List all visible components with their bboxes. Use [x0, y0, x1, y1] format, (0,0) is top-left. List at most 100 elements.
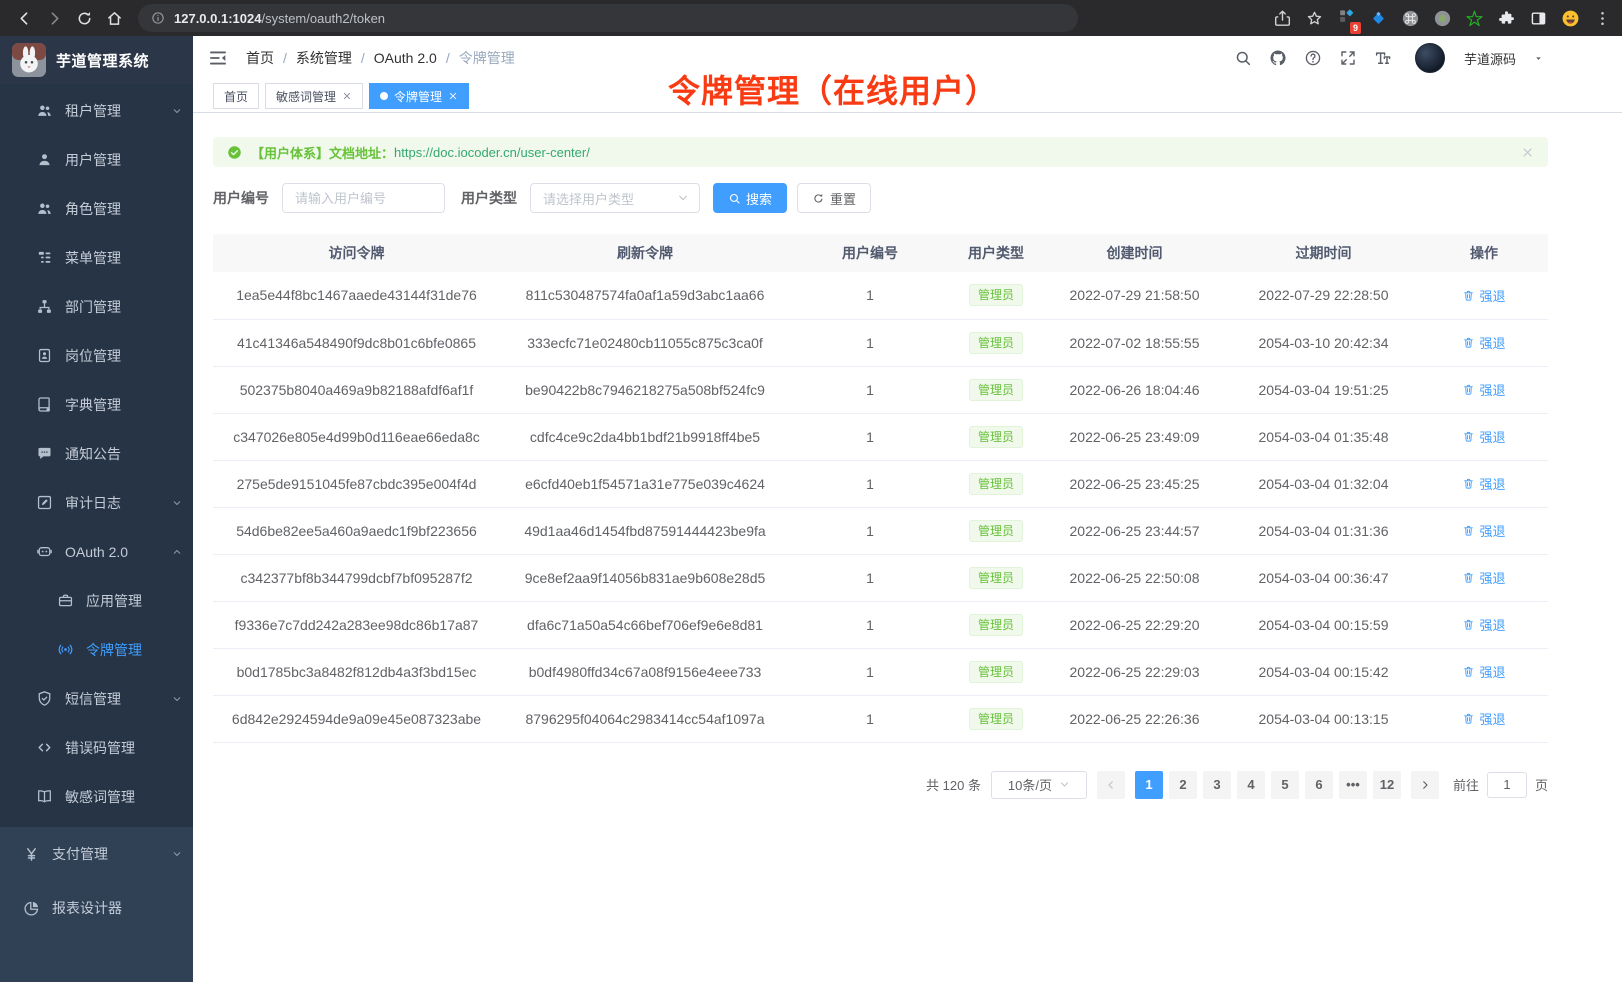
user-type-tag: 管理员 — [969, 426, 1023, 448]
cell-refresh-token: be90422b8c7946218275a508bf524fc9 — [500, 366, 790, 413]
force-logout-button[interactable]: 强退 — [1462, 380, 1505, 399]
force-logout-button[interactable]: 强退 — [1462, 709, 1505, 728]
force-logout-label: 强退 — [1479, 615, 1505, 634]
table-row: f9336e7c7dd242a283ee98dc86b17a87dfa6c71a… — [213, 601, 1548, 648]
info-icon[interactable] — [151, 11, 165, 25]
extension-command-icon[interactable] — [1401, 9, 1420, 28]
sidebar-item-pay[interactable]: 支付管理 — [0, 827, 193, 881]
tab-token[interactable]: 令牌管理 — [369, 83, 469, 109]
topbar-right: 芋道源码 — [1234, 43, 1544, 73]
cell-created-time: 2022-06-25 23:49:09 — [1042, 413, 1227, 460]
sidebar-item-audit-log[interactable]: 审计日志 — [0, 478, 193, 527]
search-icon[interactable] — [1234, 49, 1252, 67]
browser-reload-button[interactable] — [70, 4, 98, 32]
force-logout-button[interactable]: 强退 — [1462, 568, 1505, 587]
sidebar-item-oauth2-app[interactable]: 应用管理 — [0, 576, 193, 625]
browser-back-button[interactable] — [10, 4, 38, 32]
goto-label: 前往 — [1453, 775, 1479, 794]
table-row: 54d6be82ee5a460a9aedc1f9bf22365649d1aa46… — [213, 507, 1548, 554]
cell-user-id: 1 — [790, 460, 950, 507]
page-number-button[interactable]: 3 — [1203, 771, 1231, 799]
force-logout-button[interactable]: 强退 — [1462, 286, 1505, 305]
extension-diamond-icon[interactable] — [1369, 9, 1388, 28]
user-avatar[interactable] — [1415, 43, 1445, 73]
username[interactable]: 芋道源码 — [1464, 49, 1516, 68]
force-logout-button[interactable]: 强退 — [1462, 521, 1505, 540]
breadcrumb-item[interactable]: 首页 — [246, 48, 274, 68]
page-ellipsis-button[interactable]: ••• — [1339, 771, 1367, 799]
sidebar-item-post[interactable]: 岗位管理 — [0, 331, 193, 380]
force-logout-button[interactable]: 强退 — [1462, 427, 1505, 446]
page-number-button[interactable]: 12 — [1373, 771, 1401, 799]
chevron-down-icon — [171, 693, 183, 705]
browser-forward-button[interactable] — [40, 4, 68, 32]
trash-icon — [1462, 524, 1475, 537]
app-logo[interactable]: 芋道管理系统 — [0, 36, 193, 84]
sidebar-item-report[interactable]: 报表设计器 — [0, 881, 193, 935]
search-button[interactable]: 搜索 — [713, 183, 787, 213]
page-number-button[interactable]: 6 — [1305, 771, 1333, 799]
sidebar-item-notice[interactable]: 通知公告 — [0, 429, 193, 478]
extension-grid[interactable]: 9 — [1337, 6, 1356, 30]
help-icon[interactable] — [1304, 49, 1322, 67]
sidebar-item-user[interactable]: 用户管理 — [0, 135, 193, 184]
cell-created-time: 2022-06-25 22:50:08 — [1042, 554, 1227, 601]
address-bar[interactable]: 127.0.0.1:1024/system/oauth2/token — [138, 4, 1078, 32]
alert-close-icon[interactable] — [1521, 146, 1534, 159]
chevron-down-icon — [171, 497, 183, 509]
sidebar-item-menu[interactable]: 菜单管理 — [0, 233, 193, 282]
next-page-button[interactable] — [1411, 771, 1439, 799]
github-icon[interactable] — [1269, 49, 1287, 67]
font-size-icon[interactable] — [1374, 49, 1392, 67]
fullscreen-icon[interactable] — [1339, 49, 1357, 67]
page-number-button[interactable]: 1 — [1135, 771, 1163, 799]
sidebar-item-sms[interactable]: 短信管理 — [0, 674, 193, 723]
user-type-select[interactable]: 请选择用户类型 — [530, 183, 700, 213]
page-number-button[interactable]: 4 — [1237, 771, 1265, 799]
tab-home[interactable]: 首页 — [213, 83, 259, 109]
sidebar-item-tenant[interactable]: 租户管理 — [0, 86, 193, 135]
chevron-left-icon — [1105, 779, 1117, 791]
table-row: 6d842e2924594de9a09e45e087323abe8796295f… — [213, 695, 1548, 742]
tab-sensitive-word[interactable]: 敏感词管理 — [265, 83, 363, 109]
sidebar-item-role[interactable]: 角色管理 — [0, 184, 193, 233]
sidebar-item-dict[interactable]: 字典管理 — [0, 380, 193, 429]
sidebar-item-oauth2[interactable]: OAuth 2.0 — [0, 527, 193, 576]
cell-actions: 强退 — [1420, 601, 1548, 648]
browser-menu-kebab-icon[interactable] — [1593, 9, 1612, 28]
force-logout-button[interactable]: 强退 — [1462, 333, 1505, 352]
extension-star-icon[interactable] — [1465, 9, 1484, 28]
page-size-select[interactable]: 10条/页 — [991, 771, 1087, 799]
user-id-input[interactable] — [282, 183, 445, 213]
sidebar-item-error-code[interactable]: 错误码管理 — [0, 723, 193, 772]
breadcrumb-item[interactable]: 系统管理 — [296, 48, 352, 68]
tab-label: 首页 — [224, 88, 248, 105]
force-logout-button[interactable]: 强退 — [1462, 615, 1505, 634]
force-logout-button[interactable]: 强退 — [1462, 662, 1505, 681]
reset-button[interactable]: 重置 — [797, 183, 871, 213]
force-logout-label: 强退 — [1479, 380, 1505, 399]
page-number-button[interactable]: 2 — [1169, 771, 1197, 799]
user-caret-down-icon[interactable] — [1533, 53, 1544, 64]
prev-page-button[interactable] — [1097, 771, 1125, 799]
cell-created-time: 2022-06-25 22:26:36 — [1042, 695, 1227, 742]
alert-doc-link[interactable]: https://doc.iocoder.cn/user-center/ — [394, 145, 590, 160]
sidebar-item-label: 敏感词管理 — [65, 787, 135, 807]
bookmark-star-icon[interactable] — [1305, 9, 1324, 28]
sidebar-item-label: 令牌管理 — [86, 640, 142, 660]
sidebar-item-oauth2-token[interactable]: 令牌管理 — [0, 625, 193, 674]
browser-home-button[interactable] — [100, 4, 128, 32]
profile-emoji-icon[interactable] — [1561, 9, 1580, 28]
trash-icon — [1462, 618, 1475, 631]
breadcrumb-item[interactable]: OAuth 2.0 — [374, 50, 437, 66]
page-number-button[interactable]: 5 — [1271, 771, 1299, 799]
sidebar-item-sensitive-word[interactable]: 敏感词管理 — [0, 772, 193, 821]
extensions-puzzle-icon[interactable] — [1497, 9, 1516, 28]
goto-page-input[interactable] — [1487, 772, 1527, 798]
share-icon[interactable] — [1273, 9, 1292, 28]
collapse-sidebar-icon[interactable] — [208, 48, 228, 68]
extension-record-icon[interactable] — [1433, 9, 1452, 28]
side-panel-icon[interactable] — [1529, 9, 1548, 28]
sidebar-item-dept[interactable]: 部门管理 — [0, 282, 193, 331]
force-logout-button[interactable]: 强退 — [1462, 474, 1505, 493]
